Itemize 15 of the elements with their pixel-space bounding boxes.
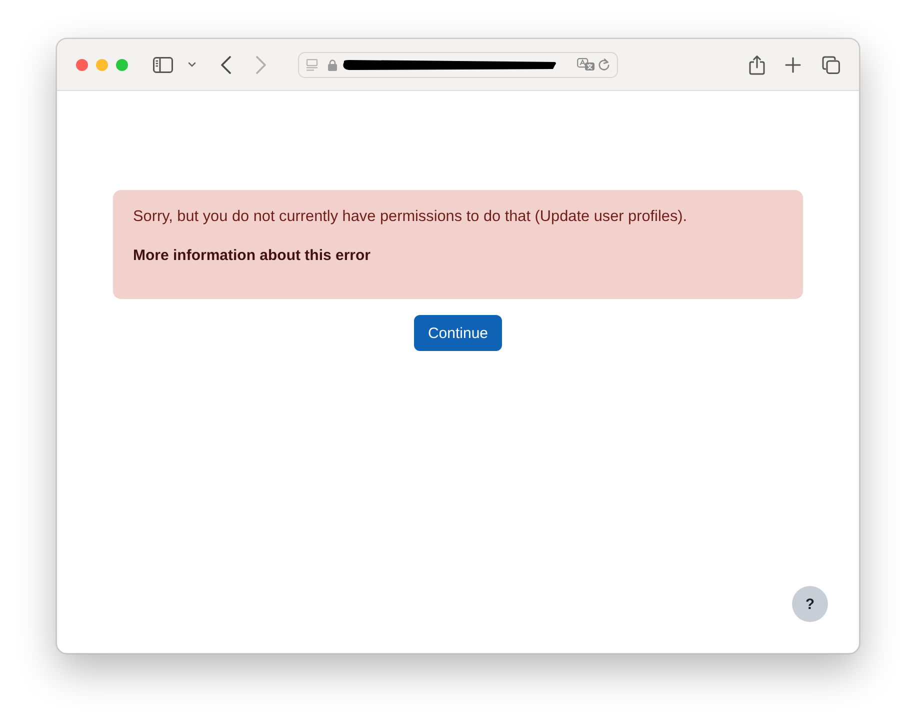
share-icon[interactable] [749, 54, 765, 74]
help-button[interactable]: ? [792, 586, 828, 622]
address-bar[interactable] [298, 52, 618, 78]
more-info-link[interactable]: More information about this error [133, 245, 371, 267]
reload-icon[interactable] [598, 58, 610, 71]
error-message: Sorry, but you do not currently have permissions to do that (Update user profiles). [133, 207, 688, 227]
chevron-down-icon[interactable] [188, 62, 196, 67]
close-window-icon[interactable] [76, 58, 88, 70]
new-tab-icon[interactable] [785, 56, 801, 72]
sidebar-icon[interactable] [153, 56, 173, 72]
lock-icon [328, 58, 337, 70]
translate-icon[interactable] [577, 58, 595, 72]
continue-button[interactable]: Continue [414, 315, 502, 351]
tab-overview-icon[interactable] [822, 56, 840, 74]
back-icon[interactable] [221, 56, 231, 74]
